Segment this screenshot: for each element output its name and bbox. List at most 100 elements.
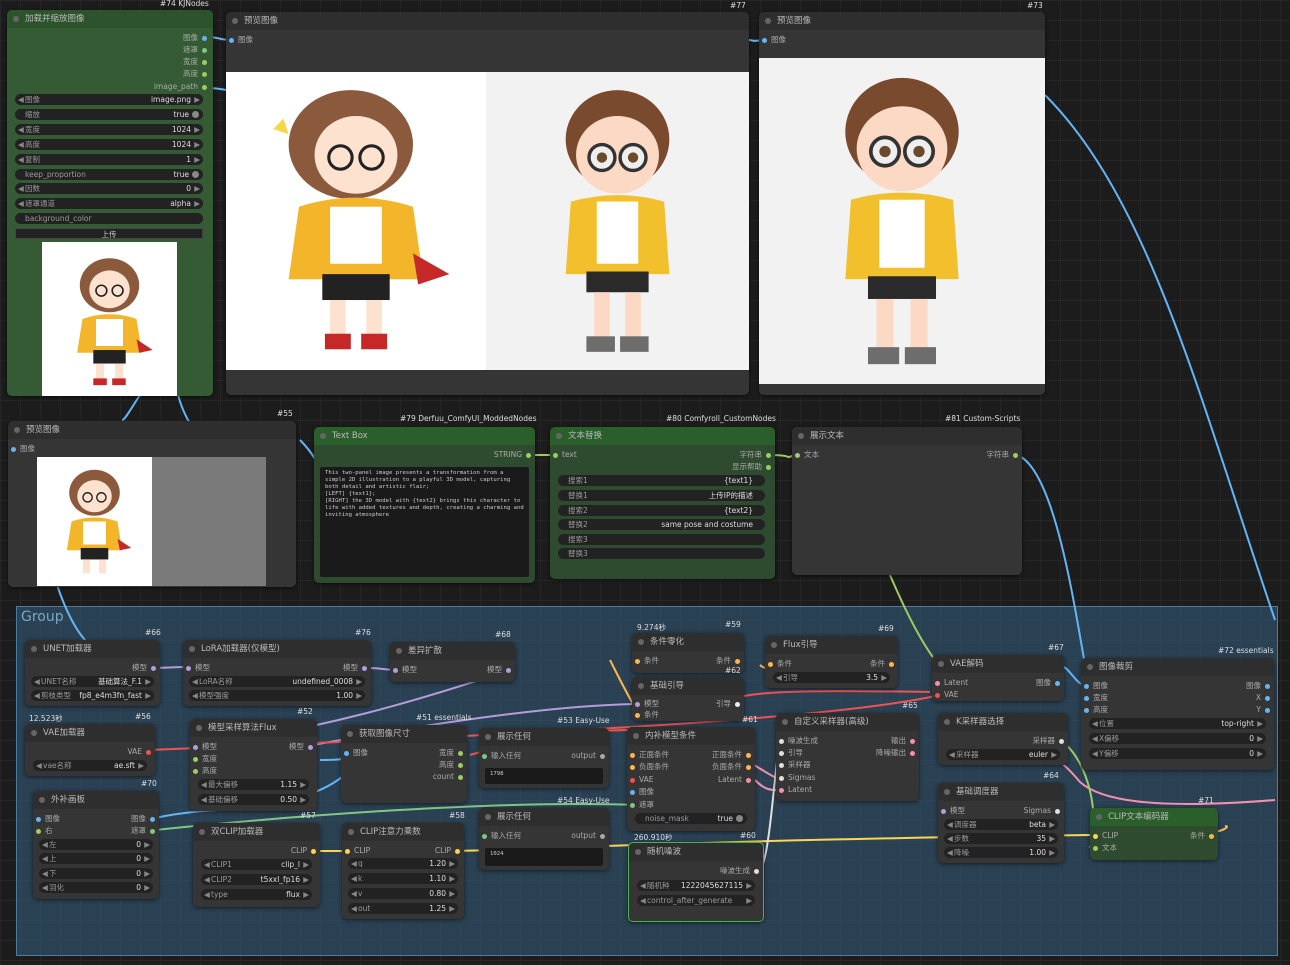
input-slot-image[interactable]: 图像 <box>344 748 368 758</box>
node-title[interactable]: VAE加载器 <box>25 724 155 742</box>
widget-keep-proportion[interactable]: keep_proportion true <box>15 169 203 180</box>
node-title[interactable]: CLIP文本编码器 <box>1090 808 1218 826</box>
input-slot-conditioning[interactable]: 条件 <box>635 656 659 666</box>
input-slot-model[interactable]: 模型 <box>393 665 417 675</box>
node-title[interactable]: 模型采样算法Flux <box>190 719 317 737</box>
input-slot-image[interactable]: 图像 <box>11 444 35 454</box>
node-title[interactable]: 展示任何 <box>479 728 609 746</box>
widget-scale[interactable]: 缩放 true <box>15 109 203 120</box>
widget-q[interactable]: ◀ q 1.20 ▶ <box>348 858 458 869</box>
input-slot-negative[interactable]: 负面条件 <box>630 762 669 772</box>
collapse-dot-icon[interactable] <box>938 661 944 667</box>
node-title[interactable]: 外补画板 <box>33 791 159 809</box>
output-slot-noise[interactable]: 噪波生成 <box>720 866 759 876</box>
widget-left[interactable]: ◀ 左 0 ▶ <box>39 839 153 850</box>
input-slot-vae[interactable]: VAE <box>935 690 959 700</box>
output-slot-show-help[interactable]: 显示帮助 <box>732 462 771 472</box>
output-slot-string[interactable]: 字符串 <box>740 450 771 460</box>
widget-vae-name[interactable]: ◀ vae名称 ae.sft ▶ <box>33 760 147 771</box>
collapse-dot-icon[interactable] <box>635 849 641 855</box>
output-slot-image[interactable]: 图像 <box>183 33 207 43</box>
input-slot-model[interactable]: 模型 <box>941 806 965 816</box>
widget-background-color[interactable]: background_color <box>15 213 203 224</box>
widget-replace3[interactable]: 替换3 <box>558 548 765 559</box>
collapse-dot-icon[interactable] <box>199 829 205 835</box>
collapse-dot-icon[interactable] <box>556 433 562 439</box>
widget-base-shift[interactable]: ◀ 基础偏移 0.50 ▶ <box>198 794 309 805</box>
collapse-dot-icon[interactable] <box>14 427 20 433</box>
inpaint-model-conditioning-node[interactable]: 内补模型条件 正面条件 负面条件 VAE 图像 遮罩 正面条件 负面条件 Lat… <box>627 727 755 831</box>
output-slot-output[interactable]: output <box>571 751 605 761</box>
prompt-textarea[interactable]: This two-panel image presents a transfor… <box>320 467 529 577</box>
widget-search2[interactable]: 搜索2 {text2} <box>558 505 765 516</box>
node-title[interactable]: K采样器选择 <box>938 713 1068 731</box>
node-title[interactable]: 展示文本 <box>792 427 1022 445</box>
output-slot-latent[interactable]: Latent <box>718 775 751 785</box>
collapse-dot-icon[interactable] <box>638 683 644 689</box>
input-slot-image[interactable]: 图像 <box>630 787 654 797</box>
node-title[interactable]: 图像裁剪 <box>1081 658 1274 676</box>
collapse-dot-icon[interactable] <box>1096 814 1102 820</box>
collapse-dot-icon[interactable] <box>944 789 950 795</box>
image-crop-node[interactable]: 图像裁剪 图像 宽度 高度 图像 X Y ◀ 位置 top-right ▶ ◀ X偏移 0… <box>1081 658 1274 770</box>
input-slot-clip[interactable]: CLIP <box>1093 831 1118 841</box>
unet-loader-node[interactable]: UNET加载器 模型 ◀ UNET名称 基础算法_F.1 ▶ ◀ 剪枝类型 fp8_e4m… <box>25 640 160 706</box>
widget-noise-mask[interactable]: noise_mask true <box>635 813 747 824</box>
input-slot-image[interactable]: 图像 <box>1084 681 1108 691</box>
widget-type[interactable]: ◀ type flux ▶ <box>201 889 312 900</box>
input-slot-text[interactable]: 文本 <box>1093 843 1117 853</box>
collapse-dot-icon[interactable] <box>31 646 37 652</box>
input-slot-model[interactable]: 模型 <box>635 699 659 709</box>
vae-decode-node[interactable]: VAE解码 Latent VAE 图像 <box>932 655 1064 701</box>
input-slot-width[interactable]: 宽度 <box>193 754 217 764</box>
widget-width[interactable]: ◀ 宽度 1024 ▶ <box>15 124 203 135</box>
output-slot-height[interactable]: 高度 <box>439 760 463 770</box>
widget-clip1[interactable]: ◀ CLIP1 clip_l ▶ <box>201 859 312 870</box>
output-slot-sampler[interactable]: 采样器 <box>1033 736 1064 746</box>
widget-top[interactable]: ◀ 上 0 ▶ <box>39 853 153 864</box>
widget-weight-dtype[interactable]: ◀ 剪枝类型 fp8_e4m3fn_fast ▶ <box>31 690 154 701</box>
node-graph-canvas[interactable]: Group #74 KJNodes 加载并缩放图像 图像 遮罩 宽度 高度 im… <box>0 0 1290 965</box>
flux-guidance-node[interactable]: Flux引导 条件 条件 ◀ 引导 3.5 ▶ <box>765 636 898 688</box>
node-title[interactable]: 加载并缩放图像 <box>7 10 213 28</box>
output-slot-denoised-output[interactable]: 降噪输出 <box>876 748 915 758</box>
widget-bottom[interactable]: ◀ 下 0 ▶ <box>39 868 153 879</box>
widget-factor[interactable]: ◀ 因数 0 ▶ <box>15 183 203 194</box>
widget-image[interactable]: ◀ 图像 image.png ▶ <box>15 94 203 105</box>
collapse-dot-icon[interactable] <box>944 719 950 725</box>
node-title[interactable]: 自定义采样器(高级) <box>776 713 919 731</box>
collapse-dot-icon[interactable] <box>189 646 195 652</box>
lora-loader-node[interactable]: LoRA加载器(仅模型) 模型 模型 ◀ LoRA名称 undefined_0008… <box>183 640 371 706</box>
widget-control-after-generate[interactable]: ◀ control_after_generate ▶ <box>637 895 755 906</box>
collapse-dot-icon[interactable] <box>13 16 19 22</box>
widget-search1[interactable]: 搜索1 {text1} <box>558 475 765 486</box>
input-slot-latent[interactable]: Latent <box>779 785 812 795</box>
output-slot-height[interactable]: 高度 <box>183 69 207 79</box>
widget-position[interactable]: ◀ 位置 top-right ▶ <box>1089 718 1266 729</box>
widget-feathering[interactable]: ◀ 羽化 0 ▶ <box>39 882 153 893</box>
widget-sampler-name[interactable]: ◀ 采样器 euler ▶ <box>946 749 1060 760</box>
collapse-dot-icon[interactable] <box>798 433 804 439</box>
input-slot-positive[interactable]: 正面条件 <box>630 750 669 760</box>
random-noise-node[interactable]: 随机噪波 噪波生成 ◀ 随机种 1222045627115 ▶ ◀ control_af… <box>628 842 764 922</box>
node-title[interactable]: 预览图像 <box>8 421 296 439</box>
node-title[interactable]: CLIP注意力乘数 <box>342 823 464 841</box>
widget-x-offset[interactable]: ◀ X偏移 0 ▶ <box>1089 733 1266 744</box>
widget-lora-name[interactable]: ◀ LoRA名称 undefined_0008 ▶ <box>189 676 365 687</box>
output-slot-conditioning[interactable]: 条件 <box>716 656 740 666</box>
preview-image-node-73[interactable]: 预览图像 图像 <box>759 12 1045 395</box>
widget-denoise[interactable]: ◀ 降噪 1.00 ▶ <box>944 847 1058 858</box>
collapse-dot-icon[interactable] <box>232 18 238 24</box>
collapse-dot-icon[interactable] <box>196 725 202 731</box>
differential-diffusion-node[interactable]: 差异扩散 模型 模型 <box>390 642 515 682</box>
output-slot-vae[interactable]: VAE <box>127 747 151 757</box>
get-image-size-node[interactable]: 获取图像尺寸 图像 宽度 高度 count <box>341 725 467 803</box>
dual-clip-loader-node[interactable]: 双CLIP加载器 CLIP ◀ CLIP1 clip_l ▶ ◀ CLIP2 t5xxl_… <box>193 823 320 907</box>
toggle-icon[interactable] <box>192 171 199 178</box>
custom-sampler-advanced-node[interactable]: 自定义采样器(高级) 噪波生成 引导 采样器 Sigmas Latent 输出 … <box>776 713 919 801</box>
node-title[interactable]: 双CLIP加载器 <box>193 823 320 841</box>
node-title[interactable]: 展示任何 <box>479 808 609 826</box>
node-title[interactable]: 条件零化 <box>632 633 744 651</box>
input-slot-any[interactable]: 输入任何 <box>482 831 521 841</box>
collapse-dot-icon[interactable] <box>347 731 353 737</box>
